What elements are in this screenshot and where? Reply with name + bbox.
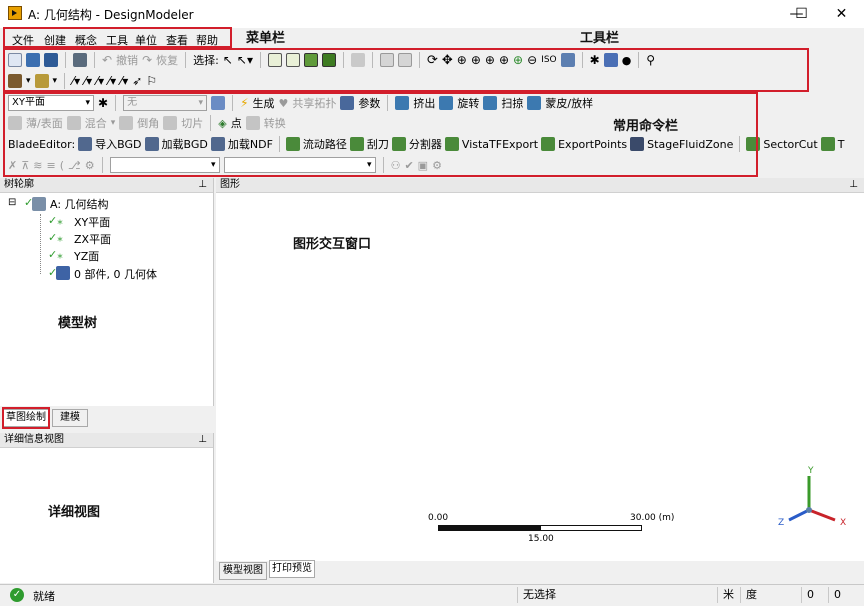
toolbar-annotation: 工具栏 xyxy=(580,31,620,46)
graphics-pin-icon[interactable]: ⊥ xyxy=(849,178,858,192)
zx-check-icon: ✓⁎ xyxy=(48,231,63,244)
details-annotation: 详细视图 xyxy=(48,505,101,520)
window-title: A: 几何结构 - DesignModeler xyxy=(28,8,194,22)
tree-node-zx[interactable]: ZX平面 xyxy=(74,231,111,247)
graphics-header: 图形 ⊥ xyxy=(216,178,864,193)
status-value-1: 0 xyxy=(801,587,825,603)
geometry-icon xyxy=(32,197,46,211)
tree-root[interactable]: A: 几何结构 xyxy=(50,196,109,212)
status-unit-icon: 米 xyxy=(717,587,739,603)
xy-check-icon: ✓⁎ xyxy=(48,214,63,227)
status-check-icon: ✓ xyxy=(10,588,24,602)
close-button[interactable]: ✕ xyxy=(819,0,864,28)
toolbar-highlight xyxy=(3,48,809,92)
status-unit[interactable]: 度 xyxy=(740,587,800,603)
parts-icon xyxy=(56,266,70,280)
yz-check-icon: ✓⁎ xyxy=(48,248,63,261)
graphics-annotation: 图形交互窗口 xyxy=(293,237,372,252)
tree-collapse-icon[interactable]: ⊟ xyxy=(8,197,16,208)
axis-y-label: Y xyxy=(808,466,814,476)
details-header: 详细信息视图 ⊥ xyxy=(0,433,213,448)
maximize-button[interactable]: ☐ xyxy=(779,0,824,28)
tree-annotation: 模型树 xyxy=(58,316,98,331)
scale-bar-black xyxy=(438,525,540,531)
sketch-tab-highlight xyxy=(2,407,50,429)
axis-z-label: Z xyxy=(778,518,785,528)
status-ready: 就绪 xyxy=(33,590,55,603)
more-command-button[interactable]: T xyxy=(838,138,845,151)
status-value-2: 0 xyxy=(828,587,858,603)
menubar-annotation: 菜单栏 xyxy=(246,31,286,46)
axis-x-label: X xyxy=(840,518,847,528)
menubar-highlight xyxy=(3,27,232,48)
tree-pin-icon[interactable]: ⊥ xyxy=(198,178,207,192)
scale-min-label: 0.00 xyxy=(428,513,449,523)
scale-mid-label: 15.00 xyxy=(528,534,554,544)
tree-header: 树轮廓 ⊥ xyxy=(0,178,213,193)
sector-cut-button[interactable]: SectorCut xyxy=(763,138,817,151)
details-panel: 详细信息视图 ⊥ xyxy=(0,433,214,583)
status-selection: 无选择 xyxy=(517,587,715,603)
commandbar-highlight xyxy=(3,92,758,177)
more-command-icon[interactable] xyxy=(820,137,835,151)
tree-node-parts[interactable]: 0 部件, 0 几何体 xyxy=(74,266,157,282)
tree-panel: 树轮廓 ⊥ xyxy=(0,178,214,406)
scale-max-label: 30.00 (m) xyxy=(630,513,675,523)
app-logo-icon xyxy=(8,6,22,20)
tree-node-yz[interactable]: YZ面 xyxy=(74,248,99,264)
tree-node-xy[interactable]: XY平面 xyxy=(74,214,110,230)
tab-print-preview[interactable]: 打印预览 xyxy=(269,560,315,578)
tab-model-view[interactable]: 模型视图 xyxy=(219,562,267,580)
tab-model[interactable]: 建模 xyxy=(52,409,88,427)
scale-bar-white xyxy=(540,525,642,531)
details-pin-icon[interactable]: ⊥ xyxy=(198,433,207,447)
